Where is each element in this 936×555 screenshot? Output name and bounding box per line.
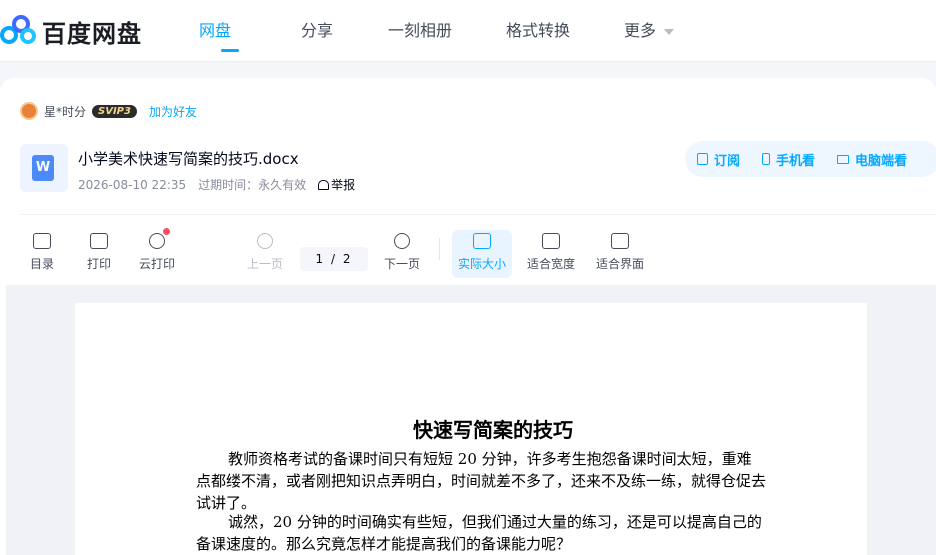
- catalog-icon: [33, 233, 51, 249]
- avatar[interactable]: [20, 102, 38, 120]
- nav-more-label: 更多: [624, 21, 657, 40]
- nav-tab-netdisk[interactable]: 网盘: [199, 0, 261, 62]
- subscribe-icon: [697, 153, 708, 165]
- cloud-logo-icon: [0, 12, 38, 50]
- page-indicator[interactable]: 1 / 2: [300, 247, 368, 271]
- toolbar-divider: [439, 238, 440, 260]
- printer-icon: [90, 233, 108, 249]
- document-page: 快速写简案的技巧 教师资格考试的备课时间只有短短 20 分钟，许多考生抱怨备课时…: [75, 303, 867, 555]
- cloud-print-button[interactable]: 云打印: [127, 228, 187, 272]
- actual-size-icon: [473, 233, 491, 249]
- cloud-print-icon: [149, 228, 170, 249]
- main-nav: 网盘 分享 一刻相册 格式转换 更多: [184, 0, 694, 62]
- next-page-button[interactable]: 下一页: [372, 233, 432, 272]
- viewer-toolbar: 目录 打印 云打印 上一页 下一页 实际大小 适合宽度 适合界面: [0, 225, 936, 283]
- top-navigation-bar: 百度网盘 网盘 分享 一刻相册 格式转换 更多: [0, 0, 936, 62]
- chevron-right-icon: [394, 233, 410, 249]
- fit-width-button[interactable]: 适合宽度: [521, 233, 581, 272]
- file-expiry: 过期时间：永久有效: [198, 178, 307, 192]
- nav-tab-share[interactable]: 分享: [301, 0, 341, 62]
- chevron-down-icon: [664, 28, 675, 35]
- document-paragraph: 诚然，20 分钟的时间确实有些短，但我们通过大量的练习，还是可以提高自己的备课速…: [196, 513, 762, 553]
- divider: [20, 214, 936, 215]
- document-paragraph: 教师资格考试的备课时间只有短短 20 分钟，许多考生抱怨备课时间太短，重难点都缕…: [196, 450, 767, 512]
- actual-size-button[interactable]: 实际大小: [452, 230, 512, 278]
- file-meta: 2026-08-10 22:35 过期时间：永久有效 举报: [78, 176, 367, 193]
- svip-badge: SVIP3: [92, 104, 137, 118]
- fit-screen-button[interactable]: 适合界面: [590, 233, 650, 272]
- report-button[interactable]: 举报: [318, 176, 355, 193]
- print-button[interactable]: 打印: [69, 233, 129, 272]
- view-actions-bar: 订阅 手机看 电脑端看: [685, 141, 936, 177]
- add-friend-link[interactable]: 加为好友: [149, 103, 197, 120]
- pc-view-button[interactable]: 电脑端看: [837, 150, 907, 169]
- file-date: 2026-08-10 22:35: [78, 177, 187, 192]
- subscribe-button[interactable]: 订阅: [697, 150, 740, 169]
- baidu-netdisk-logo[interactable]: 百度网盘: [0, 12, 142, 50]
- owner-name[interactable]: 星*时分: [44, 103, 86, 120]
- file-name: 小学美术快速写简案的技巧.docx: [78, 150, 299, 168]
- monitor-icon: [837, 154, 850, 164]
- fit-screen-icon: [611, 233, 629, 249]
- brand-name: 百度网盘: [42, 19, 142, 48]
- document-title: 快速写简案的技巧: [413, 418, 573, 442]
- catalog-button[interactable]: 目录: [12, 233, 72, 272]
- chevron-left-icon: [257, 233, 273, 249]
- file-owner: 星*时分 SVIP3 加为好友: [20, 102, 197, 120]
- phone-icon: [762, 153, 771, 165]
- nav-tab-moment-album[interactable]: 一刻相册: [388, 0, 468, 62]
- nav-more-menu[interactable]: 更多: [624, 0, 694, 62]
- fit-width-icon: [542, 233, 560, 249]
- nav-tab-format-convert[interactable]: 格式转换: [506, 0, 586, 62]
- word-file-icon: W: [20, 144, 68, 192]
- notification-dot: [163, 228, 170, 235]
- alarm-icon: [318, 179, 330, 190]
- phone-view-button[interactable]: 手机看: [762, 150, 815, 169]
- prev-page-button[interactable]: 上一页: [235, 233, 295, 272]
